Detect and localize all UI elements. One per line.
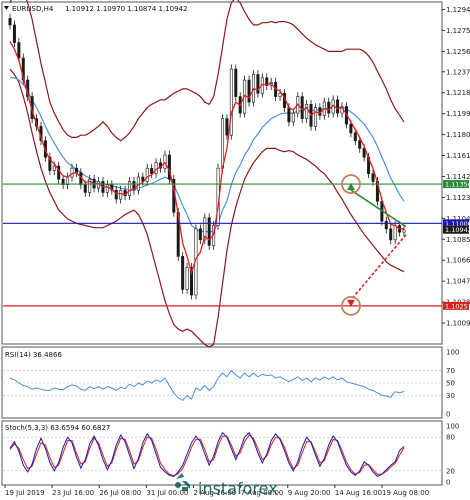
header-symbol: EURUSD,H4: [12, 5, 54, 13]
price-tick-label: 1.10095: [446, 320, 470, 328]
price-tick-label: 1.10855: [446, 236, 470, 244]
stoch-tick-label: 20: [446, 467, 455, 475]
time-tick-label: 19 Jul 2019: [5, 489, 45, 497]
price-tick-label: 1.11805: [446, 131, 470, 139]
rsi-tick-label: 50: [446, 380, 455, 388]
candle: [167, 150, 171, 184]
time-tick-label: 14 Aug 16:00: [335, 489, 382, 497]
rsi-tick-label: 70: [446, 367, 455, 375]
time-tick-label: 9 Aug 20:00: [288, 489, 331, 497]
candle: [181, 251, 185, 294]
price-tick-label: 1.12185: [446, 89, 470, 97]
candle: [229, 64, 233, 140]
time-tick-label: 26 Jul 08:00: [99, 489, 141, 497]
price-tick-label: 1.11235: [446, 194, 470, 202]
price-level-label: 1.10251: [445, 302, 470, 310]
rsi-panel: [1, 346, 443, 419]
price-tick-label: 1.12940: [446, 6, 470, 14]
rsi-tick-label: 30: [446, 392, 455, 400]
price-axis: 1.12940 1.12750 1.12560 1.12375 1.12185 1.119…: [442, 6, 470, 487]
time-tick-label: 19 Aug 08:00: [382, 489, 429, 497]
chart-window: 1.12940 1.12750 1.12560 1.12375 1.12185 1.119…: [1, 0, 470, 498]
price-level-label: 1.11356: [445, 181, 470, 189]
stoch-tick-label: 80: [446, 434, 455, 442]
price-tick-label: 1.12560: [446, 48, 470, 56]
candle: [185, 262, 189, 294]
candle: [300, 92, 304, 124]
rsi-tick-label: 0: [446, 411, 450, 419]
watermark-text: instaforex: [198, 479, 278, 498]
price-tick-label: 1.12750: [446, 27, 470, 35]
candle: [247, 75, 251, 107]
candle: [313, 103, 317, 131]
stoch-tick-label: 0: [446, 479, 450, 487]
price-tick-label: 1.11615: [446, 152, 470, 160]
time-tick-label: 23 Jul 16:00: [52, 489, 94, 497]
price-level-label: 1.10942: [445, 226, 470, 234]
rsi-tick-label: 100: [446, 349, 459, 357]
price-tick-label: 1.11995: [446, 110, 470, 118]
price-tick-label: 1.10665: [446, 257, 470, 265]
rsi-label: RSI(14) 36.4866: [5, 351, 62, 359]
candle: [207, 213, 211, 250]
header-ohlc: 1.10912 1.10970 1.10874 1.10942: [65, 5, 187, 13]
price-tick-label: 1.12375: [446, 68, 470, 76]
stoch-label: Stoch(5,3,3) 63.6594 60.6827: [5, 424, 110, 432]
stoch-tick-label: 100: [446, 423, 459, 431]
price-tick-label: 1.10475: [446, 278, 470, 286]
candle: [256, 70, 260, 98]
candle: [234, 64, 238, 101]
